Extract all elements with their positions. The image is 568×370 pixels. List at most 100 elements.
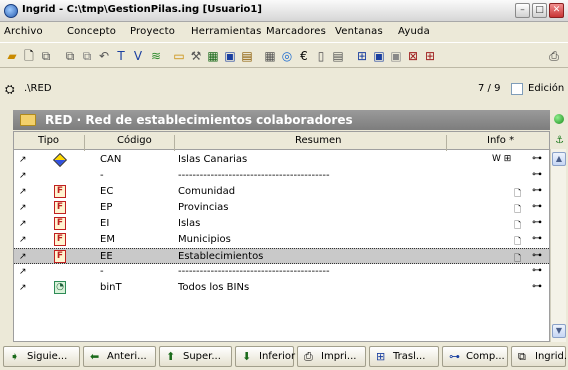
row-marker-icon: ↗	[19, 283, 27, 293]
menu-concepto[interactable]: Concepto	[67, 26, 116, 37]
report-icon[interactable]: ▤	[330, 48, 346, 64]
address-bar: ⛭ .\RED 7 / 9 Edición	[0, 79, 568, 101]
tree-icon[interactable]: ⊶	[532, 281, 542, 292]
next-label: Siguie...	[27, 351, 68, 362]
tree-icon[interactable]: ⊶	[532, 217, 542, 228]
print-button[interactable]: ⎙ Impri...	[297, 346, 366, 367]
col-codigo[interactable]: Código	[117, 135, 152, 146]
calculator-icon[interactable]: ▦	[262, 48, 278, 64]
scroll-down-icon[interactable]: ▼	[552, 324, 566, 338]
scroll-up-icon[interactable]: ▲	[552, 152, 566, 166]
paste-special-icon[interactable]: ⧉	[79, 48, 95, 64]
app-icon	[4, 4, 18, 18]
transfer-label: Trasl...	[393, 351, 426, 362]
arrow-down-icon: ⬇	[242, 350, 252, 363]
paste-icon[interactable]: ⧉	[62, 48, 78, 64]
row-marker-icon: ↗	[19, 267, 27, 277]
globe-icon[interactable]: ◎	[279, 48, 295, 64]
vertical-scrollbar[interactable]: ▲ ▼	[550, 149, 566, 342]
table-row[interactable]: ↗ F EI Islas 🗋 ⊶	[14, 216, 549, 232]
table-row[interactable]: ↗ - ------------------------------------…	[14, 168, 549, 184]
status-indicator-icon	[554, 114, 564, 124]
menu-ventanas[interactable]: Ventanas	[335, 26, 383, 37]
arrow-right-icon: ➧	[10, 350, 20, 363]
binoculars-icon[interactable]: ⛭	[5, 82, 15, 97]
compare-button[interactable]: ⊶ Comp...	[442, 346, 508, 367]
row-marker-icon: ↗	[19, 252, 27, 262]
table-row[interactable]: ↗ - ------------------------------------…	[14, 264, 549, 280]
text-tool-icon[interactable]: T	[113, 48, 129, 64]
transfer-icon: ⊞	[376, 350, 386, 363]
euro-icon[interactable]: €	[296, 48, 312, 64]
new-document-icon[interactable]: 🗋	[21, 48, 37, 64]
table-row[interactable]: ↗ F EC Comunidad 🗋 ⊶	[14, 184, 549, 200]
f-icon: F	[54, 250, 66, 263]
col-resumen[interactable]: Resumen	[295, 135, 341, 146]
inferior-button[interactable]: ⬇ Inferior	[235, 346, 296, 367]
toolbar: ▰ 🗋 ⧉ ⧉ ⧉ ↶ T V ≋ ▭ ⚒ ▦ ▣ ▤ ▦ ◎ € ▯ ▤ ⊞ …	[0, 42, 568, 68]
next-button[interactable]: ➧ Siguie...	[3, 346, 80, 367]
tree-icon[interactable]: ⊞	[354, 48, 370, 64]
tools-icon[interactable]: ⚒	[188, 48, 204, 64]
tree-icon[interactable]: ⊶	[532, 250, 542, 261]
table-row[interactable]: ↗ CAN Islas Canarias W ⊞ ⊶	[14, 152, 549, 168]
f-icon: F	[54, 201, 66, 214]
table-header: Tipo Código Resumen Info *	[14, 132, 549, 151]
close-button[interactable]: ✕	[549, 3, 564, 18]
document-icon[interactable]: ▯	[313, 48, 329, 64]
filter-icon[interactable]: ≋	[148, 48, 164, 64]
table-icon[interactable]: ⊞	[422, 48, 438, 64]
edit-checkbox[interactable]	[511, 83, 523, 95]
navigation-bar: ➧ Siguie... ⬅ Anteri... ⬆ Super... ⬇ Inf…	[0, 343, 568, 370]
menu-proyecto[interactable]: Proyecto	[130, 26, 175, 37]
tree-icon[interactable]: ⊶	[532, 201, 542, 212]
table-row[interactable]: ↗ F EM Municipios 🗋 ⊶	[14, 232, 549, 248]
calendar-icon[interactable]: ⊠	[405, 48, 421, 64]
transfer-button[interactable]: ⊞ Trasl...	[369, 346, 439, 367]
menu-archivo[interactable]: Archivo	[4, 26, 43, 37]
row-code: EI	[100, 218, 110, 229]
tree-icon[interactable]: ⊶	[532, 233, 542, 244]
row-marker-icon: ↗	[19, 187, 27, 197]
table-row-selected[interactable]: ↗ F EE Establecimientos 🗋 ⊶	[14, 248, 549, 264]
row-code: EP	[100, 202, 113, 213]
vector-tool-icon[interactable]: V	[130, 48, 146, 64]
col-info[interactable]: Info *	[487, 135, 514, 146]
row-summary: Establecimientos	[178, 251, 264, 262]
tree-icon[interactable]: ⊶	[532, 153, 542, 164]
tree-icon[interactable]: ⊶	[532, 185, 542, 196]
current-path: .\RED	[24, 83, 52, 94]
save-icon[interactable]: ▣	[222, 48, 238, 64]
disk-gray-icon[interactable]: ▣	[388, 48, 404, 64]
inferior-label: Inferior	[259, 351, 296, 362]
ingrid-button[interactable]: ⧉ Ingrid...	[511, 346, 568, 367]
columns-toggle-icon[interactable]: ⚓	[555, 135, 564, 146]
row-summary: Islas Canarias	[178, 154, 248, 165]
menu-bar: Archivo Concepto Proyecto Herramientas M…	[0, 22, 568, 42]
network-icon[interactable]: ▦	[205, 48, 221, 64]
col-tipo[interactable]: Tipo	[38, 135, 59, 146]
title-bar: Ingrid - C:\tmp\GestionPilas.ing [Usuari…	[0, 0, 568, 22]
menu-herramientas[interactable]: Herramientas	[191, 26, 262, 37]
disk-icon[interactable]: ▣	[371, 48, 387, 64]
menu-ayuda[interactable]: Ayuda	[398, 26, 430, 37]
folder-icon[interactable]: ▭	[171, 48, 187, 64]
table-row[interactable]: ↗ ◔ binT Todos los BINs ⊶	[14, 280, 549, 296]
menu-marcadores[interactable]: Marcadores	[266, 26, 326, 37]
minimize-button[interactable]: –	[515, 3, 530, 18]
print-label: Impri...	[321, 351, 357, 362]
tree-icon[interactable]: ⊶	[532, 169, 542, 180]
print-icon[interactable]: ⎙	[546, 48, 562, 64]
previous-button[interactable]: ⬅ Anteri...	[83, 346, 156, 367]
row-marker-icon: ↗	[19, 219, 27, 229]
book-icon[interactable]: ▤	[239, 48, 255, 64]
table-row[interactable]: ↗ F EP Provincias 🗋 ⊶	[14, 200, 549, 216]
copy-icon[interactable]: ⧉	[38, 48, 54, 64]
superior-button[interactable]: ⬆ Super...	[159, 346, 232, 367]
undo-icon[interactable]: ↶	[96, 48, 112, 64]
row-summary: Comunidad	[178, 186, 236, 197]
row-info: W ⊞	[492, 154, 512, 164]
open-folder-icon[interactable]: ▰	[4, 48, 20, 64]
maximize-button[interactable]: □	[532, 3, 547, 18]
tree-icon[interactable]: ⊶	[532, 265, 542, 276]
